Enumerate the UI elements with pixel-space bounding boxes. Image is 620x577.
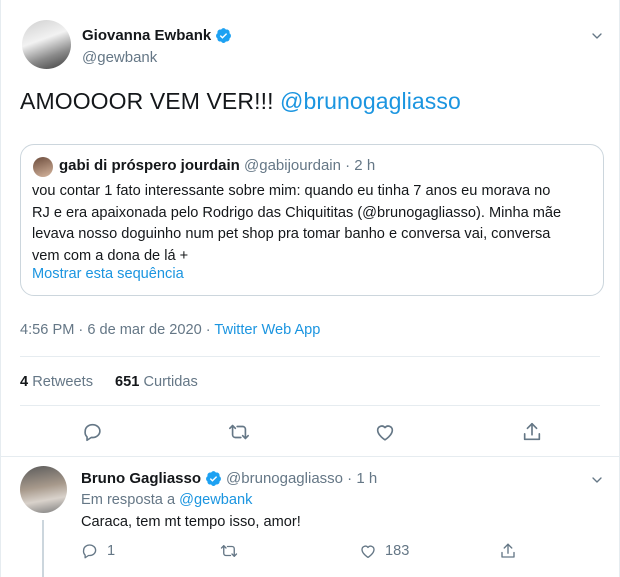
share-icon bbox=[523, 422, 541, 441]
reply-count: 1 bbox=[107, 543, 116, 559]
reply-like-count: 183 bbox=[385, 543, 410, 559]
reply-author-handle-time[interactable]: @brunogagliasso · 1 h bbox=[226, 470, 377, 487]
quoted-text-line: levava nosso doguinho num pet shop pra t… bbox=[32, 226, 551, 242]
author-avatar[interactable] bbox=[22, 20, 71, 69]
quoted-tweet-card[interactable]: gabi di próspero jourdain @gabijourdain … bbox=[20, 144, 604, 296]
retweet-icon bbox=[229, 424, 249, 440]
retweet-button[interactable] bbox=[228, 421, 250, 443]
likes-count: 651 bbox=[115, 374, 140, 390]
share-button[interactable] bbox=[521, 421, 543, 443]
share-icon bbox=[501, 543, 515, 558]
reply-icon bbox=[84, 423, 101, 442]
heart-icon bbox=[376, 425, 394, 441]
author-handle[interactable]: @gewbank bbox=[82, 49, 157, 66]
reply-retweet-button[interactable] bbox=[220, 542, 238, 560]
in-reply-to-prefix: Em resposta a bbox=[81, 492, 180, 508]
reply-author-row[interactable]: Bruno Gagliasso @brunogagliasso · 1 h bbox=[81, 470, 377, 487]
tweet-mention-link[interactable]: @brunogagliasso bbox=[280, 88, 461, 114]
reply-share-button[interactable] bbox=[499, 542, 517, 560]
quoted-text-line: vou contar 1 fato interessante sobre mim… bbox=[32, 183, 551, 199]
retweet-icon bbox=[220, 545, 238, 557]
retweets-label: Retweets bbox=[32, 374, 94, 390]
quoted-text-line: RJ e era apaixonada pelo Rodrigo das Chi… bbox=[32, 204, 562, 221]
tweet-timestamp[interactable]: 4:56 PM · 6 de mar de 2020 · bbox=[20, 322, 214, 338]
retweets-stat[interactable]: 4 Retweets bbox=[20, 374, 93, 390]
likes-label: Curtidas bbox=[143, 374, 198, 390]
divider bbox=[20, 405, 600, 406]
chevron-down-icon[interactable] bbox=[589, 28, 605, 44]
quoted-author-handle-time: @gabijourdain · 2 h bbox=[244, 157, 376, 174]
quoted-text-line: vem com a dona de lá + bbox=[32, 247, 189, 264]
author-name-row[interactable]: Giovanna Ewbank bbox=[82, 27, 232, 44]
like-button[interactable] bbox=[374, 421, 396, 443]
panel-left-border bbox=[0, 0, 1, 577]
retweets-count: 4 bbox=[20, 374, 29, 390]
reply-text: Caraca, tem mt tempo isso, amor! bbox=[81, 514, 301, 530]
quoted-author-avatar bbox=[33, 157, 53, 177]
reply-reply-button[interactable]: 1 bbox=[81, 542, 115, 560]
show-thread-link[interactable]: Mostrar esta sequência bbox=[32, 266, 184, 282]
tweet-text: AMOOOOR VEM VER!!! @brunogagliasso bbox=[20, 88, 461, 115]
quoted-tweet-text: vou contar 1 fato interessante sobre mim… bbox=[32, 181, 598, 267]
in-reply-to: Em resposta a @gewbank bbox=[81, 492, 252, 508]
quoted-tweet-header: gabi di próspero jourdain @gabijourdain … bbox=[59, 157, 375, 174]
reply-author-avatar[interactable] bbox=[20, 466, 67, 513]
in-reply-to-handle[interactable]: @gewbank bbox=[179, 492, 252, 508]
likes-stat[interactable]: 651 Curtidas bbox=[115, 374, 198, 390]
reply-button[interactable] bbox=[82, 421, 104, 443]
quoted-author-name: gabi di próspero jourdain bbox=[59, 157, 240, 174]
reply-like-button[interactable]: 183 bbox=[359, 542, 409, 560]
tweet-stats: 4 Retweets 651 Curtidas bbox=[20, 374, 198, 390]
tweet-text-body: AMOOOOR VEM VER!!! bbox=[20, 88, 281, 114]
reply-icon bbox=[82, 544, 97, 559]
tweet-detail-panel: Giovanna Ewbank @gewbank AMOOOOR VEM VER… bbox=[0, 0, 620, 577]
reply-author-name[interactable]: Bruno Gagliasso bbox=[81, 470, 201, 487]
divider bbox=[20, 356, 600, 357]
verified-badge-icon bbox=[216, 28, 232, 43]
divider bbox=[0, 456, 620, 457]
tweet-source-app[interactable]: Twitter Web App bbox=[214, 322, 320, 338]
tweet-meta: 4:56 PM · 6 de mar de 2020 · Twitter Web… bbox=[20, 322, 320, 338]
chevron-down-icon[interactable] bbox=[589, 472, 605, 488]
verified-badge-icon bbox=[206, 471, 221, 486]
heart-icon bbox=[361, 545, 375, 559]
author-display-name[interactable]: Giovanna Ewbank bbox=[82, 27, 211, 44]
thread-connector-line bbox=[42, 520, 44, 577]
